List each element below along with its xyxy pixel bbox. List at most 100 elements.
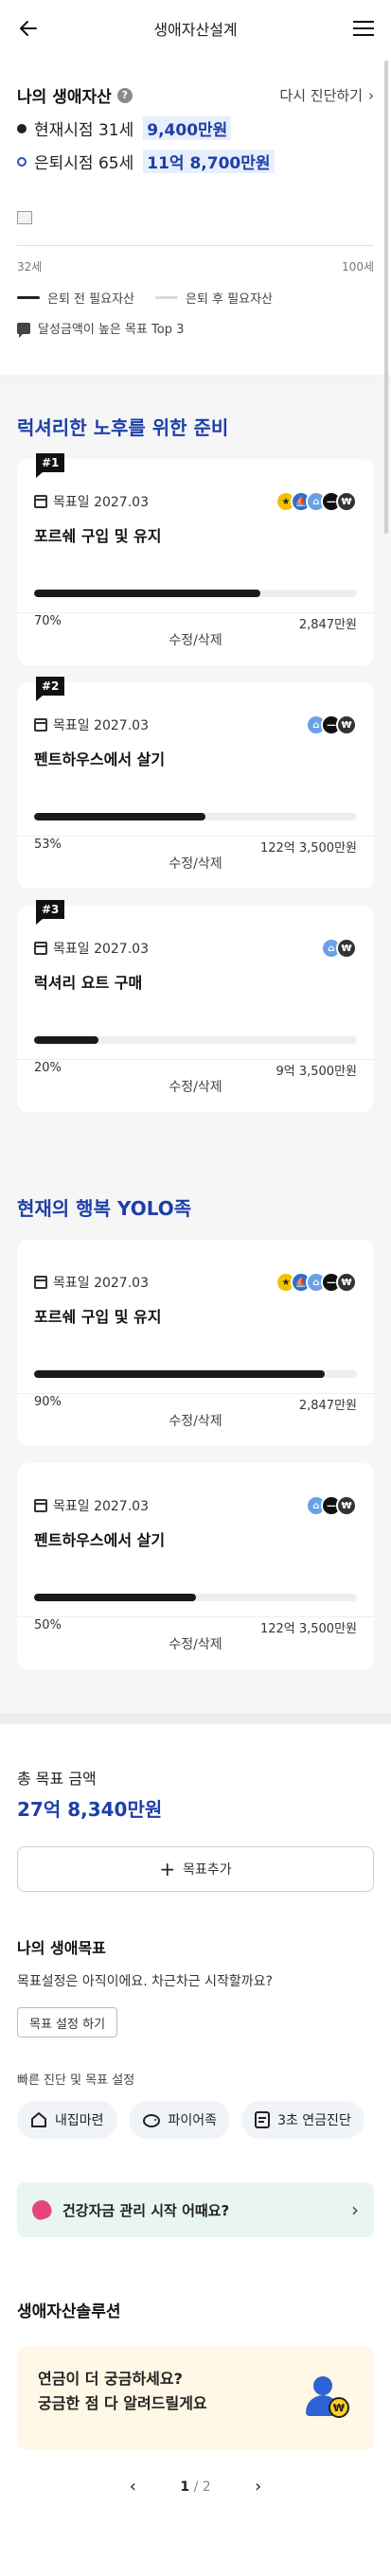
chip-home[interactable]: 내집마련: [17, 2101, 117, 2139]
legend-after-label: 은퇴 후 필요자산: [186, 292, 273, 307]
top3-text: 달성금액이 높은 목표 Top 3: [38, 323, 185, 337]
progress-bar: [34, 1036, 357, 1044]
goal-card[interactable]: #3 목표일 2027.03 ⌂ ₩ 럭셔리 요트 구매 20% 9억 3,50…: [17, 900, 374, 1112]
scrollbar[interactable]: [384, 61, 388, 534]
next-page-icon[interactable]: ›: [249, 2477, 268, 2497]
retire-asset-amount: 11억 8,700만원: [143, 150, 275, 173]
rediagnose-label: 다시 진단하기: [279, 87, 363, 104]
calendar-icon: [34, 1499, 47, 1512]
chip-pension[interactable]: 3초 연금진단: [241, 2101, 364, 2139]
legend-dark-line: [17, 296, 40, 299]
target-date-text: 목표일 2027.03: [53, 718, 149, 733]
luxury-goals-section: 럭셔리한 노후를 위한 준비 #1 목표일 2027.03 ★ ⛵ ⌂ — ₩ …: [0, 386, 391, 1156]
age-end-label: 100세: [342, 260, 374, 273]
progress-bar: [34, 1594, 357, 1601]
page-title: 생애자산설계: [153, 21, 238, 39]
retire-asset-line: 은퇴시점 65세 11억 8,700만원: [17, 150, 374, 173]
target-date: 목표일 2027.03: [34, 715, 149, 734]
goal-name: 포르쉐 구입 및 유지: [34, 1308, 162, 1326]
question-circle-icon[interactable]: ?: [116, 87, 133, 103]
rediagnose-link[interactable]: 다시 진단하기 ›: [279, 85, 374, 105]
set-goal-button[interactable]: 목표 설정 하기: [17, 2007, 118, 2038]
goal-card[interactable]: #2 목표일 2027.03 ⌂ — ₩ 펜트하우스에서 살기 53% 122억…: [17, 677, 374, 889]
broken-image-icon: [17, 211, 32, 224]
add-goal-label: 목표추가: [183, 1862, 232, 1878]
yolo-section-title: 현재의 행복 YOLO족: [17, 1193, 192, 1221]
progress-fill: [34, 1036, 99, 1044]
goal-icon-stack: ★ ⛵ ⌂ — ₩: [275, 491, 357, 512]
piggy-bank-icon: [142, 2114, 160, 2127]
luxury-section-title: 럭셔리한 노후를 위한 준비: [17, 413, 229, 440]
retire-dot-icon: [17, 156, 27, 167]
pager-current: 1: [180, 2479, 190, 2495]
goal-name: 펜트하우스에서 살기: [34, 750, 166, 768]
edit-delete-button[interactable]: 수정/삭제: [17, 1393, 374, 1446]
total-label: 총 목표 금액: [17, 1770, 97, 1788]
chevron-right-icon: ›: [368, 86, 374, 104]
bag-icon: ₩: [336, 1272, 357, 1293]
advisor-icon: ₩: [306, 2376, 349, 2420]
edit-delete-button[interactable]: 수정/삭제: [17, 1059, 374, 1112]
progress-fill: [34, 813, 205, 820]
bag-icon: ₩: [336, 715, 357, 735]
chip-pension-label: 3초 연금진단: [277, 2113, 351, 2128]
prev-page-icon[interactable]: ‹: [123, 2477, 142, 2497]
chip-fire[interactable]: 파이어족: [128, 2101, 231, 2139]
calendar-icon: [34, 942, 47, 955]
chevron-right-icon: ›: [351, 2198, 359, 2221]
app-header: 생애자산설계: [0, 0, 391, 57]
age-start-label: 32세: [17, 260, 43, 273]
edit-delete-button[interactable]: 수정/삭제: [17, 1616, 374, 1669]
my-assets-section: 나의 생애자산 ? 다시 진단하기 › 현재시점 31세 9,400만원 은퇴시…: [0, 57, 391, 338]
bag-icon: ₩: [336, 491, 357, 512]
target-date: 목표일 2027.03: [34, 1273, 149, 1292]
goal-card[interactable]: 목표일 2027.03 ⌂ — ₩ 펜트하우스에서 살기 50% 122억 3,…: [17, 1463, 374, 1669]
life-goal-title: 나의 생애목표: [17, 1939, 106, 1957]
goal-name: 포르쉐 구입 및 유지: [34, 527, 162, 545]
target-date: 목표일 2027.03: [34, 492, 149, 511]
hamburger-menu-icon[interactable]: [353, 19, 374, 38]
edit-delete-button[interactable]: 수정/삭제: [17, 612, 374, 665]
current-dot-icon: [17, 123, 27, 133]
bag-icon: ₩: [336, 1495, 357, 1516]
target-date: 목표일 2027.03: [34, 1496, 149, 1515]
back-arrow-icon[interactable]: [17, 17, 40, 40]
quick-diagnosis-label: 빠른 진단 및 목표 설정: [17, 2073, 135, 2088]
target-date-text: 목표일 2027.03: [53, 1276, 149, 1291]
solution-card[interactable]: 연금이 더 궁금하세요? 궁금한 점 다 알려드릴게요 ₩: [17, 2346, 374, 2450]
page-root: 생애자산설계 나의 생애자산 ? 다시 진단하기 › 현재시점 31세 9,40…: [0, 0, 391, 2529]
goal-icon-stack: ⌂ — ₩: [306, 1495, 357, 1516]
goal-icon-stack: ⌂ ₩: [321, 938, 357, 959]
total-section: 총 목표 금액 27억 8,340만원 + 목표추가: [0, 1724, 391, 1892]
legend-before-label: 은퇴 전 필요자산: [47, 292, 134, 307]
chip-home-label: 내집마련: [55, 2113, 104, 2128]
progress-fill: [34, 1594, 196, 1601]
legend-light-line: [155, 296, 178, 299]
calendar-icon: [34, 718, 47, 732]
pager-total: / 2: [193, 2479, 211, 2495]
chip-fire-label: 파이어족: [168, 2113, 218, 2128]
progress-bar: [34, 1370, 357, 1378]
target-date-text: 목표일 2027.03: [53, 942, 149, 957]
goal-card[interactable]: 목표일 2027.03 ★ ⛵ ⌂ — ₩ 포르쉐 구입 및 유지 90% 2,…: [17, 1240, 374, 1446]
home-icon: [31, 2112, 46, 2127]
life-goal-section: 나의 생애목표 목표설정은 아직이에요. 차근차근 시작할까요? 목표 설정 하…: [0, 1892, 391, 2139]
current-asset-amount: 9,400만원: [143, 116, 232, 140]
health-banner-text: 건강자금 관리 시작 어때요?: [62, 2201, 230, 2219]
yolo-title-text: 현재의 행복 YOLO족: [17, 1197, 192, 1220]
total-amount: 27억 8,340만원: [17, 1798, 163, 1821]
add-goal-button[interactable]: + 목표추가: [17, 1846, 374, 1892]
rank-badge: #1: [36, 453, 65, 478]
health-banner[interactable]: 건강자금 관리 시작 어때요? ›: [17, 2182, 374, 2237]
retire-asset-label: 은퇴시점 65세: [34, 154, 134, 173]
life-goal-desc: 목표설정은 아직이에요. 차근차근 시작할까요?: [17, 1974, 273, 1989]
progress-fill: [34, 590, 260, 597]
solution-title: 생애자산솔루션: [17, 2303, 121, 2321]
bottom-spacer: [0, 2497, 391, 2529]
goal-card[interactable]: #1 목표일 2027.03 ★ ⛵ ⌂ — ₩ 포르쉐 구입 및 유지 70%…: [17, 453, 374, 665]
goal-name: 펜트하우스에서 살기: [34, 1531, 166, 1549]
progress-fill: [34, 1370, 325, 1378]
edit-delete-button[interactable]: 수정/삭제: [17, 836, 374, 889]
target-date-text: 목표일 2027.03: [53, 1499, 149, 1514]
document-icon: [255, 2111, 271, 2128]
